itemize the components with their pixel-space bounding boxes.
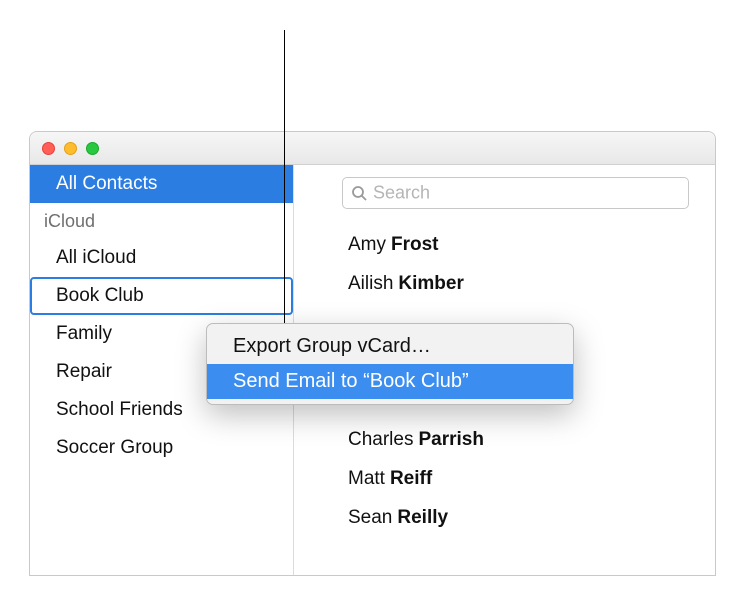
contact-last-name: Reiff [390, 468, 432, 490]
list-item[interactable]: Charles Parrish [348, 420, 715, 459]
sidebar-item-label: Repair [56, 361, 112, 383]
window-title-bar [30, 132, 715, 165]
sidebar-item-label: Book Club [56, 285, 144, 307]
menu-item-send-email[interactable]: Send Email to “Book Club” [207, 364, 573, 399]
sidebar-item-label: All Contacts [56, 173, 157, 195]
list-item[interactable]: Sean Reilly [348, 498, 715, 537]
menu-item-label: Send Email to “Book Club” [233, 370, 469, 393]
contact-last-name: Parrish [418, 429, 483, 451]
sidebar-section-icloud: iCloud [30, 203, 293, 239]
contact-first-name: Amy [348, 234, 386, 256]
menu-item-export-vcard[interactable]: Export Group vCard… [207, 329, 573, 364]
sidebar-item-label: All iCloud [56, 247, 136, 269]
list-item[interactable]: Matt Reiff [348, 459, 715, 498]
sidebar-item-soccer-group[interactable]: Soccer Group [30, 429, 293, 467]
sidebar-item-book-club[interactable]: Book Club [30, 277, 293, 315]
sidebar-item-label: Family [56, 323, 112, 345]
sidebar-item-label: Soccer Group [56, 437, 173, 459]
sidebar-section-label-text: iCloud [44, 211, 95, 232]
traffic-lights [42, 142, 99, 155]
contact-last-name: Frost [391, 234, 439, 256]
sidebar-item-label: School Friends [56, 399, 183, 421]
contact-first-name: Charles [348, 429, 413, 451]
contact-last-name: Reilly [397, 507, 448, 529]
contact-first-name: Sean [348, 507, 392, 529]
sidebar-item-all-contacts[interactable]: All Contacts [30, 165, 293, 203]
contact-first-name: Ailish [348, 273, 393, 295]
minimize-window-button[interactable] [64, 142, 77, 155]
search-input[interactable]: Search [342, 177, 689, 209]
list-item[interactable]: Amy Frost [348, 225, 715, 264]
menu-item-label: Export Group vCard… [233, 335, 431, 358]
context-menu: Export Group vCard… Send Email to “Book … [206, 323, 574, 405]
contact-first-name: Matt [348, 468, 385, 490]
callout-line [284, 30, 285, 336]
contact-last-name: Kimber [398, 273, 463, 295]
search-icon [351, 185, 367, 201]
search-wrapper: Search [294, 165, 715, 217]
maximize-window-button[interactable] [86, 142, 99, 155]
sidebar-item-all-icloud[interactable]: All iCloud [30, 239, 293, 277]
search-placeholder: Search [373, 183, 430, 204]
close-window-button[interactable] [42, 142, 55, 155]
list-item[interactable]: Ailish Kimber [348, 264, 715, 303]
